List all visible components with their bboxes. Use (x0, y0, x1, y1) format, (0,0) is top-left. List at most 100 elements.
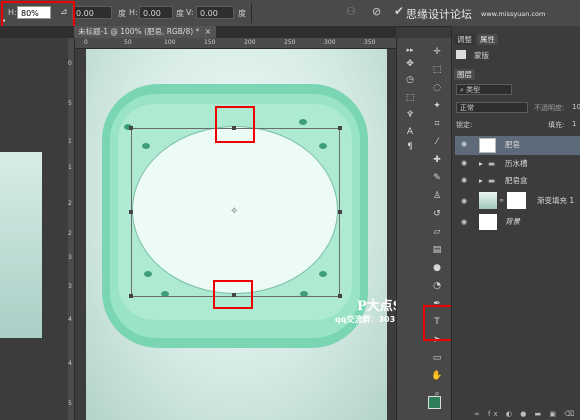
ruler-top-tick: 200 (244, 39, 256, 46)
visibility-eye-icon[interactable]: ◉ (461, 190, 467, 212)
transform-handle-top-right[interactable] (338, 126, 342, 130)
ruler-left-tick: 3 (68, 254, 72, 261)
layer-name: 历水槽 (505, 159, 528, 168)
healing-brush-tool-icon[interactable]: ✚ (430, 154, 444, 166)
lasso-tool-icon[interactable] (401, 109, 415, 121)
v-skew-label: V: (186, 8, 194, 17)
top-ruler[interactable]: 0 50 100 150 200 250 300 350 (74, 38, 396, 49)
layer-group-row[interactable]: ◉ ▸ ▬ 肥皂盒 (455, 172, 580, 189)
move-tool-icon[interactable]: ✛ (430, 46, 444, 58)
layer-name: 肥皂盒 (505, 176, 528, 185)
ruler-left-tick: 5 (68, 400, 72, 407)
foreground-color-swatch[interactable] (428, 396, 441, 409)
mask-label: 蒙版 (474, 51, 489, 60)
angle-unit: 度 (118, 9, 126, 18)
eraser-tool-icon[interactable]: ▱ (430, 226, 444, 238)
transform-handle-bottom-right[interactable] (338, 294, 342, 298)
rotate-angle-field[interactable]: 0.00 (72, 6, 112, 19)
ruler-left-tick: 4 (68, 360, 72, 367)
rect-marquee-tool-icon[interactable]: ⬚ (430, 64, 444, 76)
ruler-left-tick: 3 (68, 283, 72, 290)
commit-transform-icon[interactable]: ✔ (394, 4, 404, 18)
document-tab-label: 未标题-1 @ 100% (肥皂, RGB/8) * (78, 27, 200, 36)
blur-tool-icon[interactable]: ● (430, 262, 444, 274)
warp-mode-icon[interactable]: ⚇ (346, 5, 356, 18)
left-ruler[interactable]: 0 5 1 1 2 2 3 3 4 4 5 (68, 38, 75, 420)
divider (251, 3, 252, 23)
clone-stamp-tool-icon[interactable]: ♙ (430, 190, 444, 202)
tools-collapse-icon[interactable]: ▸▸ (403, 44, 417, 56)
brand-title: 思缘设计论坛 (406, 8, 472, 21)
transform-handle-right[interactable] (338, 210, 342, 214)
visibility-eye-icon[interactable]: ◉ (461, 155, 467, 172)
lasso-tool-icon[interactable]: ◌ (430, 82, 444, 94)
ruler-top-tick: 50 (124, 39, 132, 46)
paragraph-icon[interactable]: ¶ (403, 141, 417, 153)
transform-handle-top-left[interactable] (129, 126, 133, 130)
dodge-tool-icon[interactable]: ◔ (430, 280, 444, 292)
move-tool-icon[interactable]: ✥ (403, 58, 417, 70)
gradient-fill-thumbnail (479, 192, 497, 209)
layer-panel-footer-icons[interactable]: ∞ fx ◐ ● ▬ ▣ ⌫ (474, 410, 577, 418)
history-brush-tool-icon[interactable]: ↺ (430, 208, 444, 220)
options-bar: H: 80% ⊿ 0.00 度 H: 0.00 度 V: 0.00 度 ⚇ ⊘ … (0, 0, 580, 27)
layer-group-row[interactable]: ◉ ▸ ▬ 历水槽 (455, 155, 580, 172)
visibility-eye-icon[interactable]: ◉ (461, 172, 467, 189)
ruler-left-tick: 1 (68, 138, 72, 145)
quick-select-tool-icon[interactable]: ✦ (430, 100, 444, 112)
ruler-left-tick: 4 (68, 316, 72, 323)
tab-layers[interactable]: 图层 (454, 69, 475, 80)
layer-row[interactable]: ◉ 背景 (455, 212, 580, 232)
opacity-value[interactable]: 10 (572, 103, 580, 111)
layer-filter-select[interactable]: ⌕ 类型 (456, 84, 512, 95)
reference-point-icon[interactable]: ✧ (230, 206, 238, 217)
folder-icon: ▬ (488, 176, 496, 185)
tab-adjustments[interactable]: 调整 (454, 34, 475, 45)
layer-name: 背景 (505, 217, 520, 226)
h-skew-unit: 度 (176, 9, 184, 18)
tab-properties[interactable]: 属性 (477, 34, 498, 45)
ruler-top-tick: 100 (164, 39, 176, 46)
ruler-top-tick: 150 (204, 39, 216, 46)
document-tab[interactable]: 未标题-1 @ 100% (肥皂, RGB/8) * × (74, 26, 216, 38)
ruler-top-tick: 0 (84, 39, 88, 46)
eyedropper-tool-icon[interactable]: ⁄ (430, 136, 444, 148)
blend-mode-select[interactable]: 正常 (456, 102, 528, 113)
h-skew-label: H: (129, 8, 138, 17)
ruler-top-tick: 300 (324, 39, 336, 46)
h-skew-field[interactable]: 0.00 (139, 6, 173, 19)
transform-handle-left[interactable] (129, 210, 133, 214)
cancel-transform-icon[interactable]: ⊘ (372, 5, 381, 18)
opacity-label: 不透明度: (534, 104, 565, 112)
layer-row[interactable]: ◉ ∞ 渐变填充 1 (455, 190, 580, 212)
height-field-highlight (1, 1, 75, 28)
brush-tool-icon[interactable]: ✎ (430, 172, 444, 184)
layer-thumbnail (479, 214, 497, 230)
expand-arrow-icon[interactable]: ▸ (479, 155, 483, 172)
top-handle-highlight (215, 106, 255, 143)
visibility-eye-icon[interactable]: ◉ (461, 136, 467, 153)
gradient-tool-icon[interactable]: ▤ (430, 244, 444, 256)
history-icon[interactable]: ◷ (403, 74, 417, 86)
expand-arrow-icon[interactable]: ▸ (479, 172, 483, 189)
visibility-eye-icon[interactable]: ◉ (461, 212, 467, 232)
v-skew-field[interactable]: 0.00 (196, 6, 234, 19)
ruler-left-tick: 2 (68, 200, 72, 207)
lock-label: 锁定: (456, 121, 473, 129)
drain-hole (299, 119, 307, 125)
ruler-left-tick: 2 (68, 230, 72, 237)
crop-tool-icon[interactable]: ⌗ (430, 118, 444, 130)
bottom-handle-highlight (213, 280, 253, 309)
layer-row[interactable]: ◉ 肥皂 (455, 136, 580, 155)
fill-value[interactable]: 1 (572, 120, 576, 128)
hand-tool-icon[interactable]: ✋ (430, 370, 444, 382)
mask-icon (456, 50, 466, 59)
ruler-left-tick: 5 (68, 100, 72, 107)
transform-handle-bottom-left[interactable] (129, 294, 133, 298)
ruler-left-tick: 0 (68, 60, 72, 67)
brand-url: www.missyuan.com (481, 10, 546, 18)
layer-mask-thumbnail (507, 192, 526, 209)
close-tab-icon[interactable]: × (205, 27, 211, 36)
marquee-tool-icon[interactable]: ⬚ (403, 92, 417, 104)
shape-tool-icon[interactable]: ▭ (430, 352, 444, 364)
